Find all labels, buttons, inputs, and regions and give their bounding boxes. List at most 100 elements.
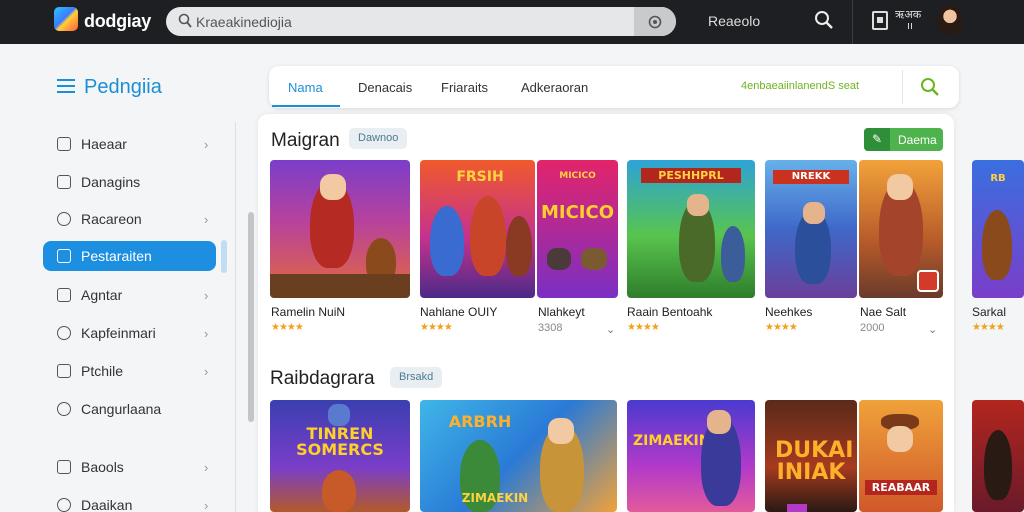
game-card-art[interactable]: DUKAI INIAK	[765, 400, 857, 512]
sidebar-item-label: Daaikan	[81, 497, 133, 512]
game-art-text: TINREN SOMERCS	[296, 424, 384, 459]
section-chip[interactable]: Dawnoo	[349, 128, 408, 149]
game-art-text: REABAAR	[865, 480, 937, 495]
search-bar[interactable]	[166, 7, 676, 36]
sidebar-item-label: Danagins	[81, 174, 141, 190]
demo-button[interactable]: ✎ Daema	[864, 128, 943, 151]
sidebar-item-4[interactable]: Agntar ›	[43, 280, 216, 310]
game-title[interactable]: Sarkal	[972, 305, 1006, 319]
rating-stars: ★★★★	[420, 322, 453, 333]
folder-icon	[57, 175, 71, 189]
sidebar-item-label: Cangurlaana	[81, 401, 162, 417]
game-card-art[interactable]: REABAAR	[859, 400, 943, 512]
game-subtext: 3308	[538, 322, 563, 334]
sidebar-item-label: Racareon	[81, 211, 142, 227]
gamepad-icon	[57, 137, 71, 151]
active-tab-indicator	[272, 105, 340, 107]
game-title[interactable]: Nlahkeyt	[538, 305, 585, 319]
game-card-art[interactable]: NREKK	[765, 160, 857, 298]
game-card-art[interactable]: MICICO MICICO	[537, 160, 618, 298]
sidebar-item-0[interactable]: Haeaar ›	[43, 129, 216, 159]
search-submit-button[interactable]	[634, 7, 676, 36]
game-subtext: 2000	[860, 322, 885, 334]
game-card-art[interactable]: RB	[972, 160, 1024, 298]
app-brand[interactable]: dodgiay	[84, 11, 151, 32]
sidebar-item-label: Pestaraiten	[81, 248, 152, 264]
chevron-right-icon: ›	[204, 326, 209, 341]
sidebar-item-9[interactable]: Daaikan ›	[43, 490, 216, 512]
game-card-art[interactable]: ZIMAEKIN	[627, 400, 755, 512]
game-art-text: ARBRH	[448, 412, 512, 431]
chevron-right-icon: ›	[204, 288, 209, 303]
chevron-right-icon: ›	[204, 364, 209, 379]
sidebar-item-7[interactable]: Cangurlaana	[43, 394, 216, 424]
tab-2[interactable]: Friaraits	[441, 80, 488, 95]
game-art-text: DUKAI INIAK	[775, 438, 854, 485]
sidebar-item-label: Kapfeinmari	[81, 325, 156, 341]
game-title[interactable]: Nae Salt	[860, 305, 906, 319]
game-art-text: ZIMAEKIN	[633, 433, 711, 449]
sidebar-item-2[interactable]: Racareon ›	[43, 204, 216, 234]
globe-icon	[57, 402, 71, 416]
sidebar-item-6[interactable]: Ptchile ›	[43, 356, 216, 386]
game-card-art[interactable]: PESHHPRL	[627, 160, 755, 298]
app-logo-icon[interactable]	[54, 7, 78, 31]
grid-icon	[57, 249, 71, 263]
topbar-user-label[interactable]: ऋअक ıı	[895, 10, 921, 32]
topbar-link[interactable]: Reaeolo	[708, 13, 760, 29]
section-title: Raibdagrara	[270, 368, 375, 389]
section-title: Maigran	[271, 130, 340, 151]
scrollbar-thumb[interactable]	[248, 212, 254, 422]
sidebar-item-5[interactable]: Kapfeinmari ›	[43, 318, 216, 348]
sidebar-item-8[interactable]: Baools ›	[43, 452, 216, 482]
sidebar-item-3[interactable]: Pestaraiten	[43, 241, 216, 271]
chevron-right-icon: ›	[204, 137, 209, 152]
topbar-search-icon[interactable]	[814, 10, 834, 30]
search-icon[interactable]	[920, 77, 940, 97]
topbar-divider	[852, 0, 853, 44]
game-title[interactable]: Neehkes	[765, 305, 812, 319]
sidebar-item-label: Ptchile	[81, 363, 124, 379]
rating-stars: ★★★★	[765, 322, 798, 333]
settings-icon	[57, 498, 71, 512]
rating-stars: ★★★★	[271, 322, 304, 333]
rating-stars: ★★★★	[972, 322, 1005, 333]
tab-1[interactable]: Denacais	[358, 80, 412, 95]
sidebar-title: Pedngiia	[84, 76, 162, 98]
sidebar	[0, 44, 232, 512]
user-label-line2: ıı	[907, 20, 914, 32]
search-input[interactable]	[196, 12, 616, 32]
tab-0[interactable]: Nama	[288, 80, 323, 95]
chevron-down-icon[interactable]: ⌄	[606, 323, 615, 336]
chevron-down-icon[interactable]: ⌄	[928, 323, 937, 336]
lock-icon	[57, 288, 71, 302]
sidebar-item-label: Agntar	[81, 287, 123, 303]
library-icon[interactable]	[872, 11, 888, 30]
section-chip[interactable]: Brsakd	[390, 367, 443, 388]
demo-button-label: Daema	[898, 133, 937, 147]
game-title[interactable]: Raain Bentoahk	[627, 305, 712, 319]
game-card-art[interactable]	[972, 400, 1024, 512]
game-card-art[interactable]: TINREN SOMERCS	[270, 400, 410, 512]
chevron-right-icon: ›	[204, 460, 209, 475]
tab-divider	[902, 70, 903, 104]
game-title[interactable]: Nahlane OUIY	[420, 305, 497, 319]
game-card-art[interactable]: FRSIH	[420, 160, 535, 298]
game-title[interactable]: Ramelin NuiN	[271, 305, 345, 319]
hamburger-menu-icon[interactable]	[57, 79, 75, 93]
sidebar-scrollbar[interactable]	[235, 122, 254, 512]
sidebar-item-label: Baools	[81, 459, 124, 475]
sidebar-item-1[interactable]: Danagins	[43, 167, 216, 197]
game-art-text: NREKK	[773, 170, 849, 184]
active-item-marker	[221, 240, 227, 273]
game-card-art[interactable]	[270, 160, 410, 298]
clock-icon	[57, 326, 71, 340]
tab-3[interactable]: Adkeraoran	[521, 80, 588, 95]
sidebar-item-label: Haeaar	[81, 136, 127, 152]
game-card-art[interactable]: ARBRH ZIMAEKIN	[420, 400, 617, 512]
tab-promo-text[interactable]: 4enbaeaiinlanendS seat	[741, 80, 859, 92]
game-art-text: MICICO	[540, 202, 615, 223]
avatar[interactable]	[938, 5, 962, 35]
document-icon	[57, 364, 71, 378]
game-card-art[interactable]	[859, 160, 943, 298]
